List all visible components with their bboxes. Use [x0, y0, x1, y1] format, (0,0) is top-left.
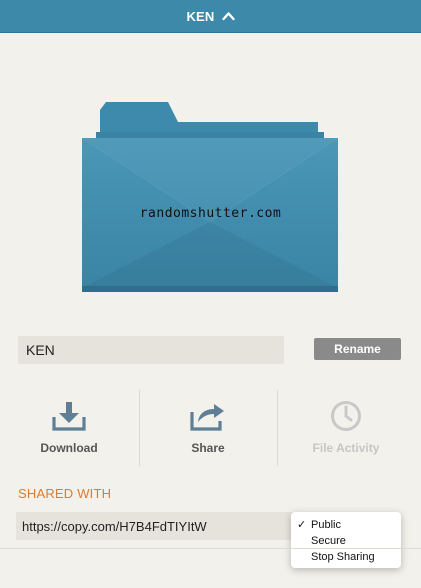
share-url-field[interactable]: https://copy.com/H7B4FdTIYItW: [16, 512, 302, 540]
file-activity-label: File Activity: [312, 441, 380, 455]
watermark-text: randomshutter.com: [139, 206, 282, 221]
folder-name-input[interactable]: [18, 336, 284, 364]
menu-item-secure[interactable]: Secure: [291, 533, 401, 549]
checkmark-icon: ✓: [297, 519, 307, 531]
download-label: Download: [40, 441, 98, 455]
sharing-mode-menu: ✓ Public Secure Stop Sharing: [291, 512, 401, 568]
menu-item-label: Stop Sharing: [311, 551, 375, 563]
folder-title-bar[interactable]: KEN: [0, 0, 421, 33]
menu-item-label: Public: [311, 519, 341, 531]
shared-with-heading: SHARED WITH: [18, 486, 112, 501]
footer-divider: [0, 548, 421, 549]
share-url-text: https://copy.com/H7B4FdTIYItW: [22, 518, 207, 534]
download-icon: [52, 402, 86, 431]
share-label: Share: [191, 441, 225, 455]
menu-item-public[interactable]: ✓ Public: [291, 517, 401, 533]
action-divider: [277, 390, 278, 466]
menu-item-stop-sharing[interactable]: Stop Sharing: [291, 549, 401, 565]
action-bar: Download Share File Activity: [0, 390, 421, 466]
action-divider: [139, 390, 140, 466]
rename-button[interactable]: Rename: [314, 338, 401, 360]
share-button[interactable]: Share: [143, 390, 273, 466]
chevron-up-icon[interactable]: [221, 11, 235, 21]
download-button[interactable]: Download: [4, 390, 134, 466]
file-activity-button[interactable]: File Activity: [281, 390, 411, 466]
folder-icon: [81, 102, 339, 292]
menu-item-label: Secure: [311, 535, 346, 547]
clock-icon: [331, 401, 361, 431]
share-icon: [190, 404, 224, 431]
folder-title: KEN: [186, 8, 215, 24]
